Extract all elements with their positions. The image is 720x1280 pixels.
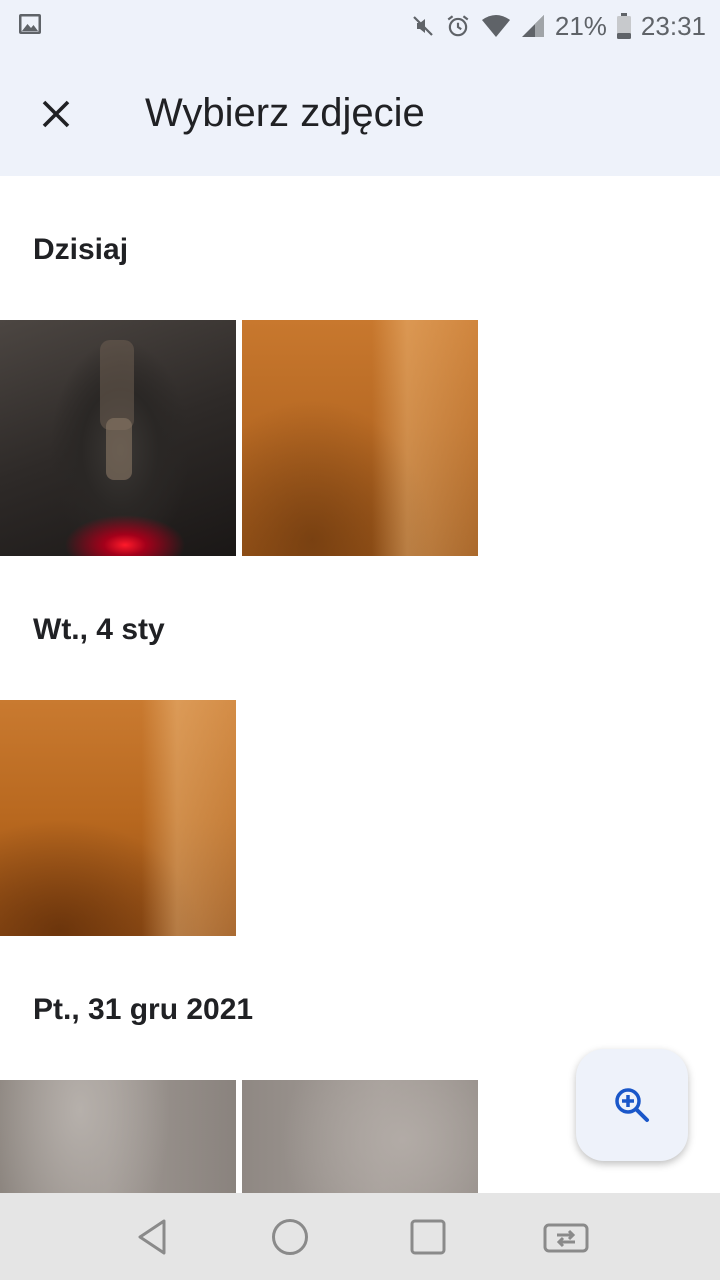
- section-header-today: Dzisiaj: [33, 233, 129, 266]
- recents-button[interactable]: [402, 1211, 454, 1263]
- switch-app-button[interactable]: [540, 1211, 592, 1263]
- gallery-notification-icon: [18, 12, 42, 41]
- signal-icon: [521, 14, 545, 38]
- section-header-jan-4: Wt., 4 sty: [33, 613, 165, 646]
- mute-icon: [411, 14, 435, 38]
- zoom-in-button[interactable]: [576, 1049, 688, 1161]
- zoom-in-icon: [615, 1088, 649, 1122]
- status-icons: 21% 23:31: [411, 8, 706, 44]
- back-icon: [138, 1219, 166, 1255]
- clock: 23:31: [640, 10, 706, 41]
- photo-thumbnail[interactable]: [0, 700, 236, 936]
- alarm-icon: [445, 13, 471, 39]
- home-button[interactable]: [264, 1211, 316, 1263]
- battery-percent: 21%: [554, 10, 607, 41]
- status-bar: 21% 23:31: [0, 0, 720, 52]
- close-icon: [42, 100, 70, 128]
- photo-thumbnail[interactable]: [0, 320, 236, 556]
- back-button[interactable]: [126, 1211, 178, 1263]
- photo-thumbnail[interactable]: [242, 320, 478, 556]
- home-icon: [272, 1219, 308, 1255]
- photo-thumbnail[interactable]: [242, 1080, 478, 1193]
- navigation-bar: [0, 1193, 720, 1280]
- app-bar: Wybierz zdjęcie: [0, 52, 720, 176]
- photo-thumbnail[interactable]: [0, 1080, 236, 1193]
- switch-app-icon: [543, 1223, 589, 1253]
- page-title: Wybierz zdjęcie: [145, 91, 425, 135]
- recents-icon: [410, 1219, 446, 1255]
- close-button[interactable]: [24, 82, 88, 146]
- wifi-icon: [481, 14, 511, 38]
- battery-icon: [616, 13, 631, 39]
- section-header-dec-31: Pt., 31 gru 2021: [33, 993, 254, 1026]
